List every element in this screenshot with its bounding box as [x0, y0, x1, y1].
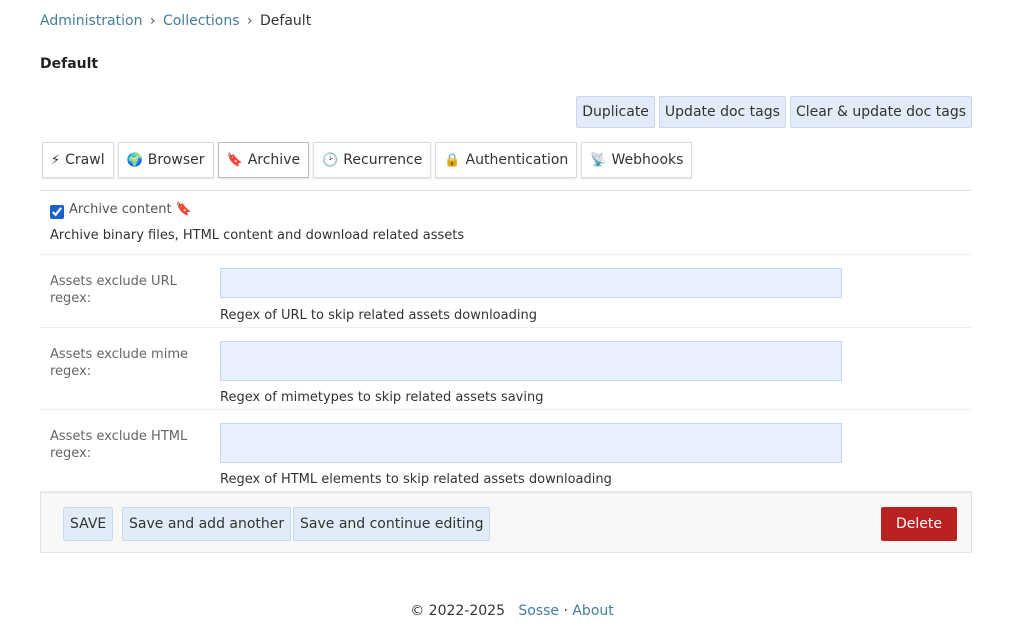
- footer: © 2022-2025 Sosse · About: [0, 603, 1024, 619]
- breadcrumb: Administration › Collections › Default: [40, 13, 311, 29]
- about-link[interactable]: About: [572, 603, 613, 619]
- assets-exclude-url-row: Assets exclude URL regex: Regex of URL t…: [40, 255, 972, 328]
- update-doc-tags-button[interactable]: Update doc tags: [658, 96, 786, 128]
- tab-label: Recurrence: [343, 152, 423, 168]
- tab-label: Browser: [147, 152, 205, 168]
- copyright-text: © 2022-2025: [410, 603, 505, 619]
- lock-icon: 🔒: [444, 152, 461, 168]
- globe-icon: 🌍: [126, 152, 143, 168]
- save-button[interactable]: SAVE: [63, 507, 114, 541]
- archive-form: Archive content 🔖 Archive binary files, …: [40, 190, 972, 492]
- duplicate-button[interactable]: Duplicate: [576, 96, 655, 128]
- clock-icon: 🕑: [322, 152, 339, 168]
- tab-crawl[interactable]: ⚡ Crawl: [42, 142, 114, 178]
- submit-row: SAVE Save and add another Save and conti…: [40, 492, 972, 553]
- assets-exclude-url-input[interactable]: [220, 268, 842, 298]
- tab-recurrence[interactable]: 🕑 Recurrence: [313, 142, 432, 178]
- breadcrumb-separator: ›: [149, 13, 156, 29]
- assets-exclude-html-help: Regex of HTML elements to skip related a…: [220, 472, 612, 487]
- tab-archive[interactable]: 🔖 Archive: [217, 142, 310, 178]
- archive-content-help: Archive binary files, HTML content and d…: [50, 228, 465, 243]
- breadcrumb-current: Default: [260, 13, 312, 29]
- delete-button[interactable]: Delete: [881, 507, 957, 541]
- archive-content-checkbox[interactable]: [50, 205, 64, 219]
- assets-exclude-html-label: Assets exclude HTML regex:: [50, 429, 188, 461]
- sosse-link[interactable]: Sosse: [518, 603, 559, 619]
- clear-update-doc-tags-button[interactable]: Clear & update doc tags: [789, 96, 972, 128]
- breadcrumb-collections-link[interactable]: Collections: [163, 13, 240, 29]
- object-tools: Duplicate Update doc tags Clear & update…: [576, 96, 972, 128]
- breadcrumb-separator: ›: [246, 13, 253, 29]
- archive-content-label[interactable]: Archive content 🔖: [69, 202, 192, 217]
- save-and-add-another-button[interactable]: Save and add another: [122, 507, 292, 541]
- tab-authentication[interactable]: 🔒 Authentication: [435, 142, 578, 178]
- assets-exclude-html-input[interactable]: [220, 423, 842, 463]
- assets-exclude-url-help: Regex of URL to skip related assets down…: [220, 308, 537, 323]
- tab-label: Archive: [247, 152, 301, 168]
- tab-label: Authentication: [465, 152, 569, 168]
- page-title: Default: [40, 56, 99, 72]
- assets-exclude-url-label: Assets exclude URL regex:: [50, 274, 177, 306]
- bookmark-icon: 🔖: [226, 152, 243, 168]
- tab-bar: ⚡ Crawl 🌍 Browser 🔖 Archive 🕑 Recurrence…: [42, 142, 693, 178]
- tab-browser[interactable]: 🌍 Browser: [117, 142, 214, 178]
- archive-content-row: Archive content 🔖 Archive binary files, …: [40, 191, 972, 255]
- footer-separator: ·: [563, 603, 568, 619]
- assets-exclude-mime-row: Assets exclude mime regex: Regex of mime…: [40, 328, 972, 410]
- tab-label: Crawl: [65, 152, 105, 168]
- assets-exclude-html-row: Assets exclude HTML regex: Regex of HTML…: [40, 410, 972, 492]
- assets-exclude-mime-help: Regex of mimetypes to skip related asset…: [220, 390, 544, 405]
- page: Administration › Collections › Default D…: [0, 0, 1024, 633]
- tab-webhooks[interactable]: 📡 Webhooks: [581, 142, 693, 178]
- satellite-icon: 📡: [590, 152, 607, 168]
- lightning-icon: ⚡: [51, 152, 61, 168]
- assets-exclude-mime-input[interactable]: [220, 341, 842, 381]
- save-and-continue-button[interactable]: Save and continue editing: [293, 507, 491, 541]
- tab-label: Webhooks: [611, 152, 684, 168]
- assets-exclude-mime-label: Assets exclude mime regex:: [50, 347, 188, 379]
- breadcrumb-administration-link[interactable]: Administration: [40, 13, 142, 29]
